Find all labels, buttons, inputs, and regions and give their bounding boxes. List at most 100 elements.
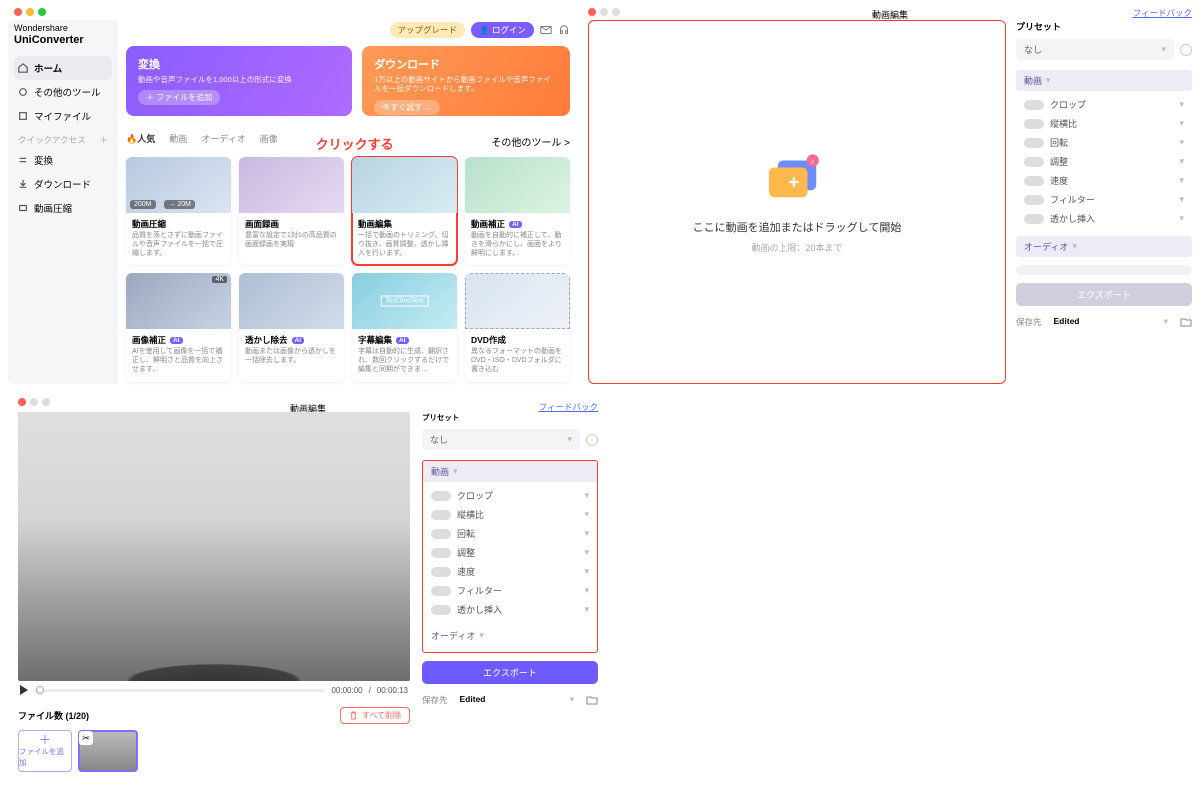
tool-card[interactable]: DVD作成 異なるフォーマットの動画をDVD・ISO・DVDフォルダに書き込む (465, 273, 570, 381)
folder-icon[interactable] (1180, 316, 1192, 328)
preset-extra-icon[interactable] (1180, 44, 1192, 56)
hero-download-try-button[interactable]: 今すぐ試す → (374, 100, 440, 115)
toggle[interactable] (431, 567, 451, 577)
toggle[interactable] (1024, 119, 1044, 129)
video-option-row[interactable]: 縦横比▾ (423, 505, 597, 524)
tab-audio[interactable]: オーディオ (201, 132, 245, 145)
section-audio[interactable]: オーディオ ▾ (1016, 236, 1192, 257)
section-audio[interactable]: オーディオ ▾ (423, 625, 597, 646)
tab-video[interactable]: 動画 (169, 132, 187, 145)
toggle[interactable] (1024, 138, 1044, 148)
video-option-row[interactable]: 速度▾ (423, 562, 597, 581)
compress-icon (18, 203, 28, 213)
option-label: 速度 (1050, 174, 1068, 187)
play-button[interactable] (20, 685, 28, 695)
preset-dropdown[interactable]: なし▾ (422, 429, 580, 450)
chevron-down-icon: ▾ (584, 585, 589, 596)
option-label: クロップ (1050, 98, 1086, 111)
nav-other-tools[interactable]: その他のツール (14, 80, 112, 104)
video-option-row[interactable]: 調整▾ (423, 543, 597, 562)
quick-access-add-icon[interactable]: ＋ (99, 134, 108, 146)
export-button-disabled: エクスポート (1016, 283, 1192, 306)
video-preview[interactable] (18, 412, 410, 681)
toggle[interactable] (431, 529, 451, 539)
option-label: 縦横比 (1050, 117, 1077, 130)
preset-dropdown[interactable]: なし▾ (1016, 39, 1174, 60)
toggle[interactable] (431, 548, 451, 558)
more-tools-link[interactable]: その他のツール > (491, 134, 570, 149)
video-option-row[interactable]: 回転▾ (1016, 133, 1192, 152)
hero-download[interactable]: ダウンロード 1万以上の動画サイトから動画ファイルや音声ファイルを一括ダウンロー… (362, 46, 570, 116)
nav-download[interactable]: ダウンロード (14, 172, 112, 196)
save-label: 保存先 (1016, 316, 1042, 328)
headset-icon[interactable] (558, 24, 570, 36)
feedback-link[interactable]: フィードバック (539, 401, 598, 413)
toggle[interactable] (431, 605, 451, 615)
save-path-dropdown[interactable]: Edited▾ (1048, 314, 1174, 329)
folder-icon[interactable] (586, 694, 598, 706)
card-desc: AIを使用して画像を一括で補正し、鮮明さと品質を向上させます。 (132, 348, 225, 374)
nav-my-files[interactable]: マイファイル (14, 104, 112, 128)
chevron-down-icon: ▾ (1179, 213, 1184, 224)
save-path-dropdown[interactable]: Edited▾ (454, 692, 580, 707)
section-video[interactable]: 動画 ▾ (1016, 70, 1192, 91)
hero-convert-add-button[interactable]: ＋ ファイルを追加 (138, 90, 220, 105)
chevron-down-icon: ▾ (1179, 156, 1184, 167)
toggle[interactable] (1024, 176, 1044, 186)
video-option-row[interactable]: 速度▾ (1016, 171, 1192, 190)
chevron-down-icon: ▾ (567, 434, 572, 445)
chevron-down-icon: ▾ (1161, 44, 1166, 55)
mail-icon[interactable] (540, 24, 552, 36)
tool-card[interactable]: 200M→ 20M 動画圧縮 品質を落とさずに動画ファイルや音声ファイルを一括で… (126, 157, 231, 265)
scrubber[interactable] (34, 689, 325, 692)
preset-extra-icon[interactable] (586, 434, 598, 446)
video-option-row[interactable]: 回転▾ (423, 524, 597, 543)
upgrade-button[interactable]: アップグレード (390, 22, 466, 38)
video-option-row[interactable]: フィルター▾ (423, 581, 597, 600)
toggle[interactable] (1024, 195, 1044, 205)
export-button[interactable]: エクスポート (422, 661, 598, 684)
tool-card[interactable]: 4K 画像補正AI AIを使用して画像を一括で補正し、鮮明さと品質を向上させます… (126, 273, 231, 381)
toggle[interactable] (431, 586, 451, 596)
card-title: 透かし除去AI (245, 334, 338, 346)
toggle[interactable] (431, 491, 451, 501)
drop-zone[interactable]: + ♪ ここに動画を追加またはドラッグして開始 動画の上限：20本まで (588, 20, 1006, 384)
video-option-row[interactable]: 縦横比▾ (1016, 114, 1192, 133)
add-file-button[interactable]: ＋ファイルを追加 (18, 730, 72, 772)
video-option-row[interactable]: クロップ ▾ (1016, 95, 1192, 114)
delete-all-button[interactable]: すべて削除 (340, 707, 410, 724)
card-desc: 豊富な設定で1対1の高品質の画面録画を実現 (245, 232, 338, 250)
login-button[interactable]: 👤 ログイン (471, 22, 534, 38)
hero-convert[interactable]: 変換 動画や音声ファイルを1,000以上の形式に変換 ＋ ファイルを追加 (126, 46, 352, 116)
toggle[interactable] (431, 510, 451, 520)
nav-compress[interactable]: 動画圧縮 (14, 196, 112, 220)
nav-home[interactable]: ホーム (14, 56, 112, 80)
option-label: 縦横比 (457, 508, 484, 521)
trash-icon (349, 711, 358, 720)
toggle[interactable] (1024, 214, 1044, 224)
tool-card[interactable]: 動画編集 一括で動画のトリミング、切り抜き、画質調整、透かし挿入を行います。 (352, 157, 457, 265)
video-option-row[interactable]: 透かし挿入▾ (1016, 209, 1192, 228)
save-label: 保存先 (422, 694, 448, 706)
nav-convert[interactable]: 変換 (14, 148, 112, 172)
video-option-row[interactable]: フィルター▾ (1016, 190, 1192, 209)
tool-card[interactable]: 画面録画 豊富な設定で1対1の高品質の画面録画を実現 (239, 157, 344, 265)
tool-card[interactable]: 透かし除去AI 動画または画像から透かしを一括除去します。 (239, 273, 344, 381)
toggle[interactable] (1024, 100, 1044, 110)
tool-card[interactable]: 動画補正AI 動画を自動的に補正して、動きを滑らかにし、画面をより鮮明にします。 (465, 157, 570, 265)
video-option-row[interactable]: 透かし挿入▾ (423, 600, 597, 619)
tool-card[interactable]: TextTextText 字幕編集AI 字幕は自動的に生成、翻訳され、数回クリッ… (352, 273, 457, 381)
tab-image[interactable]: 画像 (260, 132, 278, 145)
section-video[interactable]: 動画 ▾ (423, 461, 597, 482)
scissors-icon[interactable]: ✂ (79, 731, 93, 745)
video-option-row[interactable]: クロップ▾ (423, 486, 597, 505)
chevron-down-icon: ▾ (1179, 99, 1184, 110)
file-thumbnail[interactable]: ✂ (78, 730, 138, 772)
window-controls[interactable] (14, 8, 46, 16)
tab-popular[interactable]: 🔥人気 (126, 132, 155, 145)
card-desc: 異なるフォーマットの動画をDVD・ISO・DVDフォルダに書き込む (471, 348, 564, 374)
feedback-link[interactable]: フィードバック (1133, 7, 1192, 19)
video-option-row[interactable]: 調整▾ (1016, 152, 1192, 171)
chevron-down-icon: ▾ (584, 547, 589, 558)
toggle[interactable] (1024, 157, 1044, 167)
